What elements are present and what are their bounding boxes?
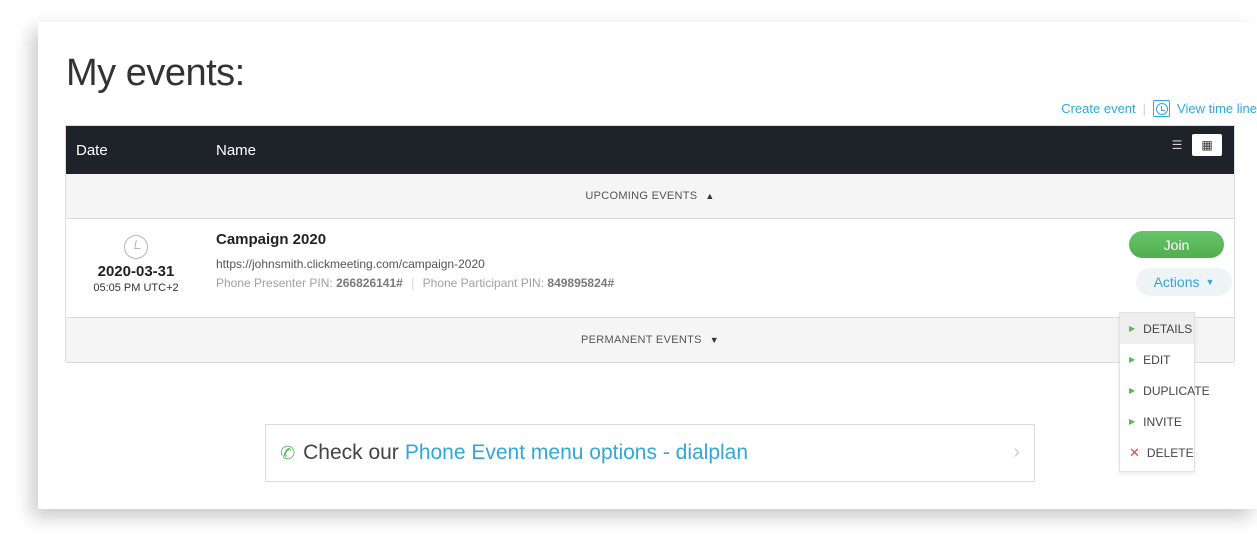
menu-item-label: DELETE — [1146, 445, 1194, 460]
view-toggle: ☰ ▦ — [1162, 134, 1222, 156]
event-url[interactable]: https://johnsmith.clickmeeting.com/campa… — [216, 257, 614, 271]
expand-down-icon: ▼ — [709, 335, 719, 345]
promo-link[interactable]: Phone Event menu options - dialplan — [405, 441, 748, 465]
menu-item-edit[interactable]: ▶ EDIT — [1120, 344, 1194, 375]
menu-item-delete[interactable]: ✕ DELETE — [1120, 437, 1194, 468]
table-header: Date Name ☰ ▦ — [66, 126, 1234, 174]
phone-icon: ✆ — [278, 441, 297, 464]
actions-button[interactable]: Actions ▼ — [1136, 268, 1232, 296]
arrow-right-icon: ▶ — [1129, 417, 1136, 426]
link-separator: | — [1142, 101, 1147, 116]
promo-prefix: Check our — [303, 441, 399, 464]
presenter-pin-label: Phone Presenter PIN: — [216, 276, 333, 290]
participant-pin-label: Phone Participant PIN: — [422, 276, 545, 290]
menu-item-duplicate[interactable]: ▶ DUPLICATE — [1120, 375, 1210, 406]
arrow-right-icon: ▶ — [1129, 324, 1136, 333]
top-links: Create event | View time line — [1061, 100, 1257, 117]
upcoming-events-toggle[interactable]: UPCOMING EVENTS ▲ — [66, 174, 1234, 219]
events-card: My events: Create event | View time line… — [38, 22, 1257, 509]
create-event-link[interactable]: Create event — [1061, 101, 1135, 116]
collapse-up-icon: ▲ — [705, 191, 715, 201]
event-title[interactable]: Campaign 2020 — [216, 231, 614, 248]
arrow-right-icon: ▶ — [1129, 355, 1136, 364]
menu-item-label: INVITE — [1143, 414, 1182, 429]
permanent-events-label: PERMANENT EVENTS — [581, 334, 702, 346]
timeline-clock-icon[interactable] — [1153, 100, 1171, 117]
join-button[interactable]: Join — [1129, 231, 1224, 258]
menu-item-label: DETAILS — [1143, 321, 1193, 336]
event-date-cell: 2020-03-31 05:05 PM UTC+2 — [66, 235, 206, 294]
dialplan-promo-banner[interactable]: ✆ Check our Phone Event menu options - d… — [265, 424, 1035, 482]
event-date: 2020-03-31 — [97, 263, 175, 280]
view-timeline-link[interactable]: View time line — [1177, 101, 1257, 116]
caret-down-icon: ▼ — [1205, 277, 1215, 287]
presenter-pin-value: 266826141# — [336, 276, 403, 290]
event-info-cell: Campaign 2020 https://johnsmith.clickmee… — [216, 231, 614, 290]
chevron-right-icon: › — [1013, 441, 1020, 463]
event-pins: Phone Presenter PIN: 266826141# | Phone … — [216, 276, 614, 290]
page-title: My events: — [66, 52, 245, 94]
participant-pin-value: 849895824# — [547, 276, 615, 290]
actions-button-label: Actions — [1153, 274, 1200, 290]
event-time: 05:05 PM UTC+2 — [93, 282, 179, 294]
pin-separator: | — [411, 276, 415, 290]
permanent-events-toggle[interactable]: PERMANENT EVENTS ▼ — [66, 318, 1234, 363]
clock-icon — [124, 235, 148, 259]
column-header-name[interactable]: Name — [216, 142, 256, 159]
events-table: Date Name ☰ ▦ UPCOMING EVENTS ▲ 2020-03-… — [65, 125, 1235, 363]
menu-item-label: EDIT — [1143, 352, 1171, 367]
menu-item-invite[interactable]: ▶ INVITE — [1120, 406, 1194, 437]
arrow-right-icon: ▶ — [1129, 386, 1136, 395]
list-view-icon[interactable]: ☰ — [1162, 134, 1192, 156]
column-header-date[interactable]: Date — [76, 142, 108, 159]
calendar-view-icon[interactable]: ▦ — [1192, 134, 1222, 156]
upcoming-events-label: UPCOMING EVENTS — [585, 190, 698, 202]
actions-dropdown-menu: ▶ DETAILS ▶ EDIT ▶ DUPLICATE ▶ INVITE ✕ … — [1119, 312, 1210, 472]
menu-item-details[interactable]: ▶ DETAILS — [1120, 313, 1194, 344]
menu-item-label: DUPLICATE — [1143, 383, 1210, 398]
delete-x-icon: ✕ — [1129, 444, 1140, 460]
table-row: 2020-03-31 05:05 PM UTC+2 Campaign 2020 … — [66, 219, 1234, 318]
